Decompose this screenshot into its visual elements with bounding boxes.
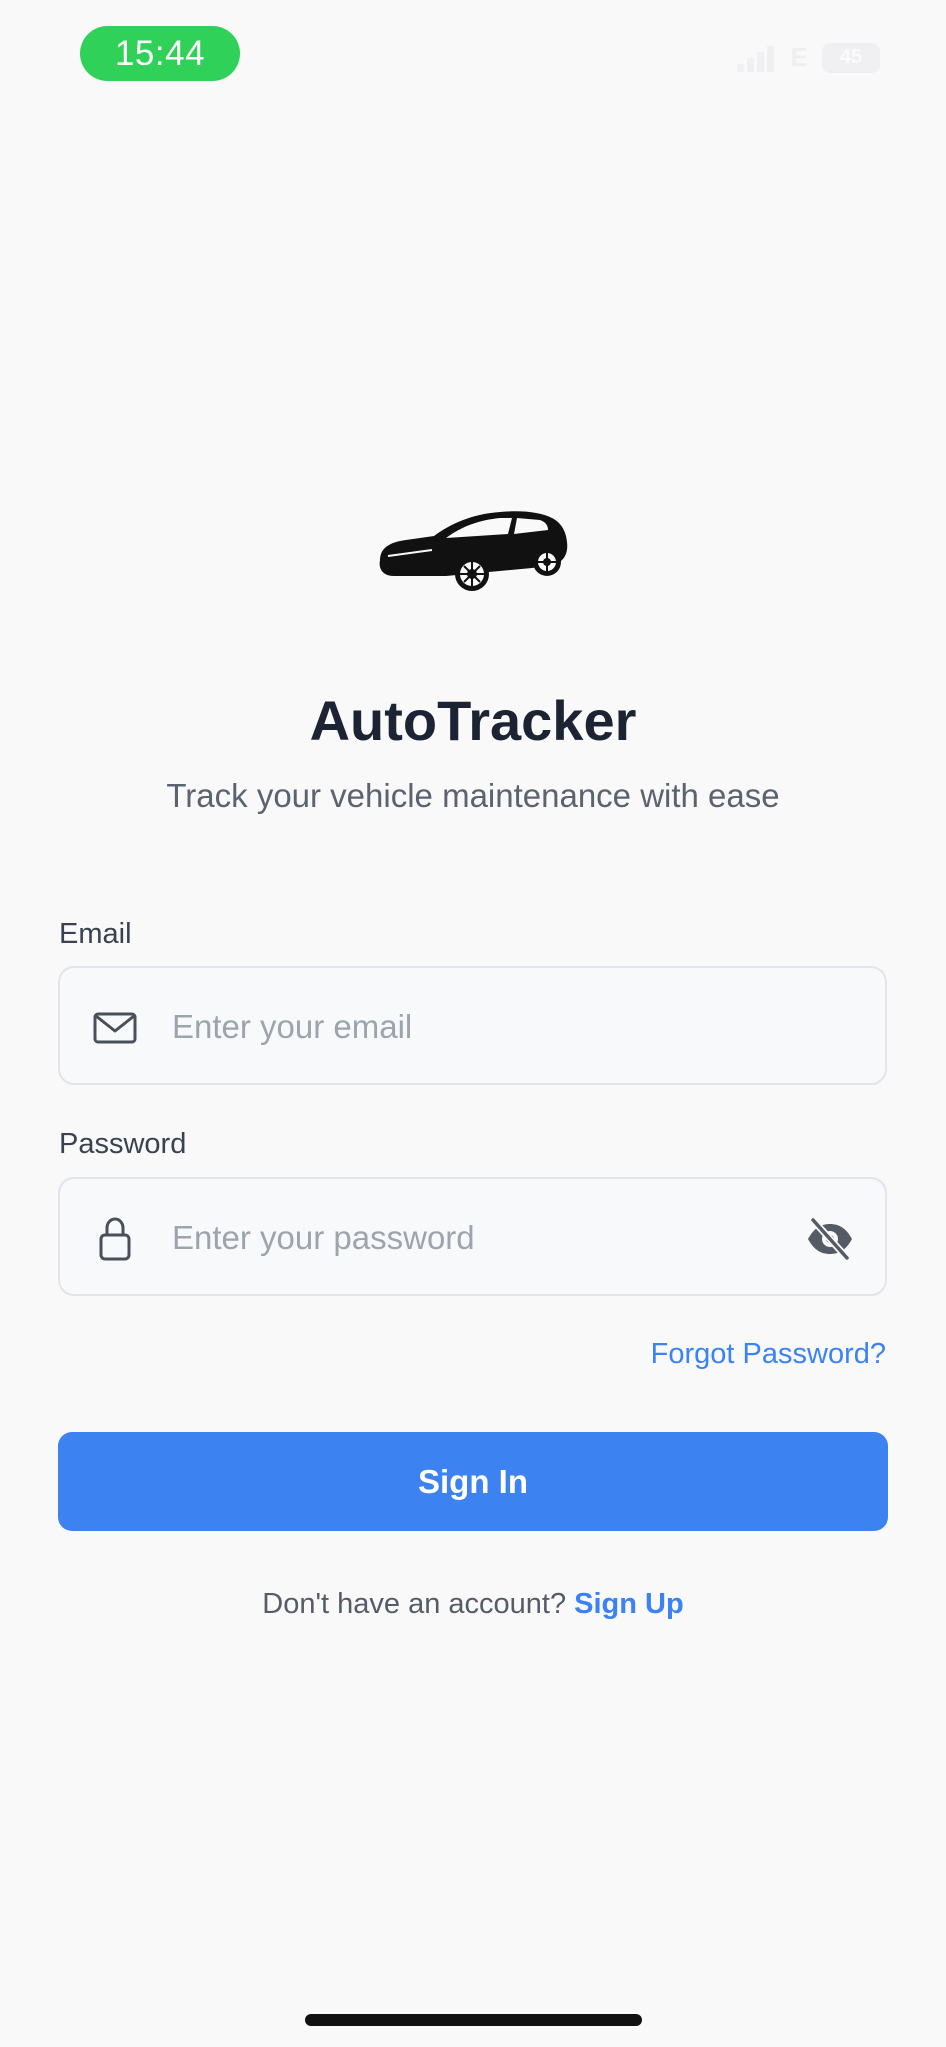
battery-icon: 45 bbox=[822, 42, 880, 73]
status-time: 15:44 bbox=[80, 26, 240, 81]
signup-row: Don't have an account? Sign Up bbox=[0, 1588, 946, 1621]
eye-off-icon[interactable] bbox=[805, 1215, 855, 1263]
password-input[interactable] bbox=[170, 1179, 734, 1296]
status-indicators: E 45 bbox=[736, 42, 880, 73]
network-type: E bbox=[790, 42, 808, 72]
email-label: Email bbox=[59, 918, 132, 950]
sign-in-button[interactable]: Sign In bbox=[58, 1432, 888, 1531]
signal-icon bbox=[736, 45, 774, 72]
email-input[interactable] bbox=[170, 968, 734, 1085]
email-field[interactable] bbox=[58, 966, 887, 1085]
password-label: Password bbox=[59, 1128, 187, 1160]
battery-level: 45 bbox=[839, 46, 863, 68]
lock-icon bbox=[99, 1217, 131, 1261]
forgot-password-link[interactable]: Forgot Password? bbox=[651, 1338, 886, 1371]
sign-up-link[interactable]: Sign Up bbox=[574, 1588, 684, 1620]
signup-prompt: Don't have an account? bbox=[262, 1588, 575, 1620]
password-field[interactable] bbox=[58, 1177, 887, 1296]
app-title: AutoTracker bbox=[309, 689, 637, 752]
app-subtitle: Track your vehicle maintenance with ease bbox=[166, 777, 780, 814]
mail-icon bbox=[93, 1012, 137, 1044]
sign-in-label: Sign In bbox=[418, 1462, 528, 1500]
car-icon bbox=[379, 511, 568, 591]
status-time-text: 15:44 bbox=[114, 33, 206, 73]
home-indicator[interactable] bbox=[305, 2014, 642, 2026]
